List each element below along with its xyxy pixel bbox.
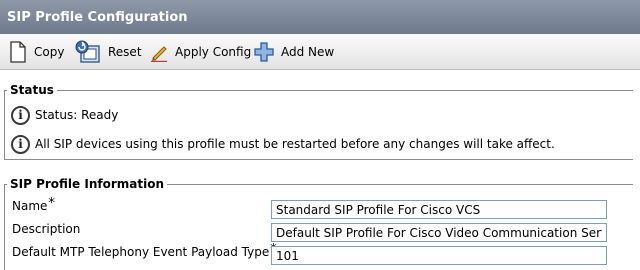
mtp-payload-type-field[interactable]	[271, 246, 607, 265]
reset-icon	[75, 40, 100, 63]
sip-profile-info-fieldset: SIP Profile Information Name* Descriptio…	[4, 176, 633, 270]
status-message-text: Status: Ready	[35, 108, 119, 122]
restart-warning-text: All SIP devices using this profile must …	[35, 137, 555, 151]
status-fieldset: Status i Status: Ready i All SIP devices…	[4, 82, 633, 160]
description-field[interactable]	[271, 223, 607, 242]
status-legend: Status	[7, 82, 57, 98]
name-label: Name*	[12, 196, 55, 213]
reset-label: Reset	[108, 45, 142, 59]
name-field[interactable]	[271, 200, 607, 219]
add-new-label: Add New	[281, 45, 335, 59]
page-title: SIP Profile Configuration	[7, 10, 188, 25]
reset-button[interactable]: Reset	[74, 40, 142, 64]
apply-config-label: Apply Config	[175, 45, 252, 59]
sip-profile-info-legend: SIP Profile Information	[7, 176, 167, 192]
plus-icon	[254, 42, 274, 62]
restart-warning-message: i All SIP devices using this profile mus…	[11, 132, 555, 156]
page-title-bar: SIP Profile Configuration	[0, 0, 640, 34]
copy-button[interactable]: Copy	[8, 40, 64, 64]
copy-icon	[10, 41, 26, 63]
add-new-button[interactable]: Add New	[253, 40, 334, 64]
toolbar: Copy Reset Apply Config Add New	[0, 34, 640, 70]
info-icon: i	[11, 134, 30, 154]
pencil-icon	[151, 46, 167, 62]
required-marker: *	[48, 196, 55, 211]
status-message: i Status: Ready	[11, 103, 118, 127]
copy-label: Copy	[34, 45, 65, 59]
mtp-payload-type-label: Default MTP Telephony Event Payload Type…	[12, 242, 277, 260]
info-icon: i	[11, 105, 30, 125]
apply-config-button[interactable]: Apply Config	[149, 40, 251, 64]
description-label: Description	[12, 222, 81, 236]
